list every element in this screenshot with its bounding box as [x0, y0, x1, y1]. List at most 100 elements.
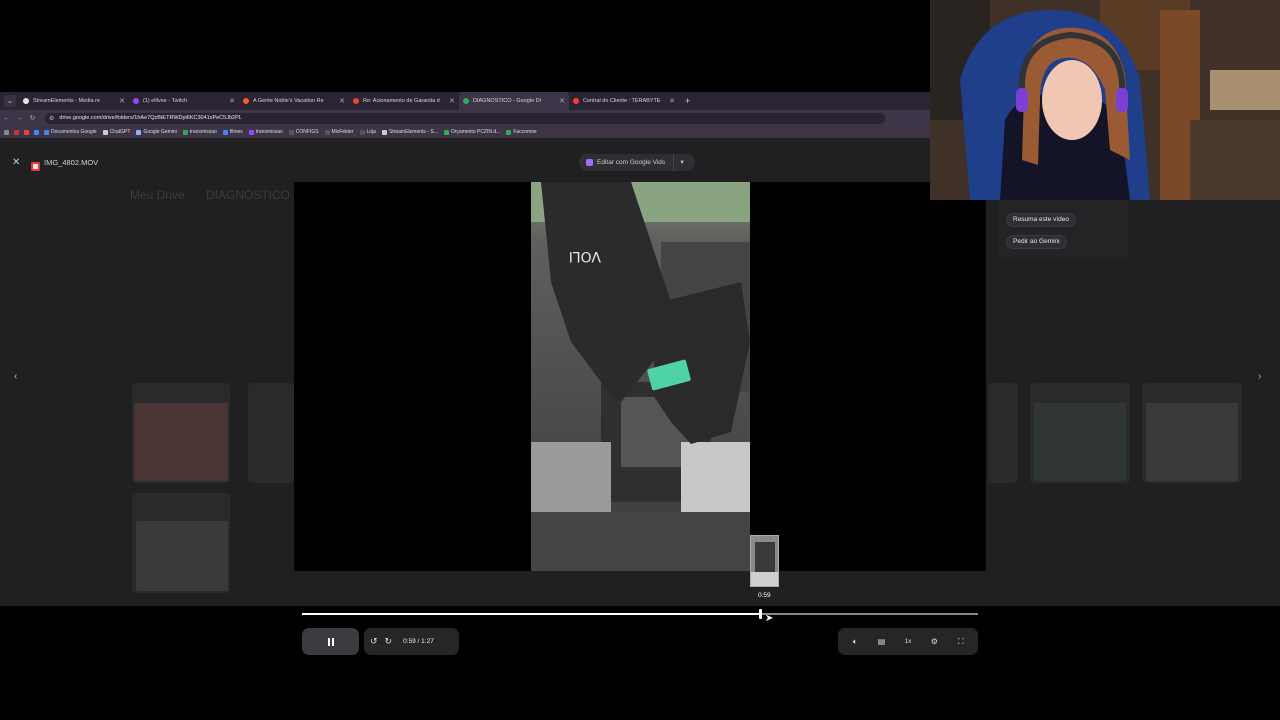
tab-title: DIAGNÓSTICO - Google Dr	[473, 98, 542, 104]
captions-icon[interactable]: ▤	[872, 637, 892, 646]
browser-tab[interactable]: Central do Cliente : TERABYTE ✕	[569, 92, 679, 110]
tab-favicon-icon	[573, 98, 579, 104]
rewind-10-icon[interactable]: ↺	[370, 636, 378, 647]
tab-favicon-icon	[243, 98, 249, 104]
bookmark-label: Documentos Google	[51, 129, 97, 135]
bookmark-item[interactable]: Documentos Google	[44, 129, 97, 135]
time-display: 0:59 / 1:27	[403, 638, 434, 645]
bookmark-item[interactable]: Orçamento PCZIN d...	[443, 129, 501, 135]
bookmark-label: Faccomoe	[513, 129, 537, 135]
seek-preview-time: 0:59	[758, 592, 771, 599]
bookmark-label: MixFekter	[331, 129, 354, 135]
bookmark-item[interactable]: transmissao	[248, 129, 283, 135]
bookmark-favicon-icon	[222, 129, 228, 135]
bookmark-label: transmissao	[255, 129, 283, 135]
progress-bar[interactable]	[302, 609, 978, 619]
bookmark-item[interactable]: ChatGPT	[102, 129, 130, 135]
gmail-icon[interactable]	[24, 129, 29, 135]
tab-title: (1) elllvee - Twitch	[143, 98, 188, 104]
bookmark-label: filmes	[229, 129, 243, 135]
tab-favicon-icon	[23, 98, 29, 104]
bookmarks-list: Documentos Google ChatGPT Google Gemini tra…	[44, 129, 543, 135]
close-tab-icon[interactable]: ✕	[119, 97, 125, 105]
tab-favicon-icon	[463, 98, 469, 104]
bookmark-item[interactable]: StreamElements - S...	[381, 129, 438, 135]
reload-icon[interactable]: ↻	[26, 114, 39, 122]
browser-tab[interactable]: DIAGNÓSTICO - Google Dr ✕	[459, 92, 569, 110]
edit-with-google-vids-button[interactable]: Editar com Google Vids ▼	[579, 154, 695, 171]
close-tab-icon[interactable]: ✕	[449, 97, 455, 105]
bookmark-icon[interactable]	[34, 129, 39, 135]
progress-handle[interactable]	[759, 609, 763, 619]
close-tab-icon[interactable]: ✕	[559, 97, 565, 105]
pause-button[interactable]	[302, 628, 359, 655]
tab-title: Re: Acionamento de Garantia d	[363, 98, 440, 104]
browser-tab[interactable]: StreamElements - Media re ✕	[19, 92, 129, 110]
mouse-cursor-icon: ➤	[765, 613, 774, 624]
bookmark-favicon-icon	[359, 129, 365, 135]
close-tab-icon[interactable]: ✕	[339, 97, 345, 105]
bookmark-favicon-icon	[443, 129, 449, 135]
browser-tab[interactable]: (1) elllvee - Twitch ✕	[129, 92, 239, 110]
bookmark-label: Orçamento PCZIN d...	[450, 129, 501, 135]
close-tab-icon[interactable]: ✕	[669, 97, 675, 105]
site-info-icon[interactable]: ⚙	[49, 115, 54, 122]
google-vids-icon	[586, 159, 593, 166]
playback-speed-button[interactable]: 1x	[898, 638, 918, 645]
video-frame[interactable]: VOLI	[531, 182, 750, 571]
tabs-container: StreamElements - Media re ✕ (1) elllvee - …	[19, 92, 679, 110]
pause-icon	[327, 633, 335, 651]
bookmark-item[interactable]: MixFekter	[324, 129, 354, 135]
video-file-icon	[31, 158, 40, 176]
bookmark-label: transmissao	[189, 129, 217, 135]
volume-icon[interactable]: 🔈︎	[845, 637, 865, 647]
previous-file-icon[interactable]: ‹	[14, 371, 17, 382]
player-right-controls: 🔈︎ ▤ 1x ⚙ ⛶	[838, 628, 978, 655]
seek-controls: ↺ ↻ 0:59 / 1:27	[364, 628, 459, 655]
bookmark-favicon-icon	[182, 129, 188, 135]
ask-gemini-chip[interactable]: Pedir ao Gemini	[1006, 235, 1067, 249]
file-thumbnail	[1034, 403, 1126, 481]
edit-vids-label: Editar com Google Vids	[597, 159, 666, 166]
address-bar[interactable]: ⚙ drive.google.com/drive/folders/1hAe7Qz…	[45, 112, 885, 124]
forward-10-icon[interactable]: ↻	[385, 636, 393, 647]
bookmark-item[interactable]: filmes	[222, 129, 243, 135]
chevron-down-icon[interactable]: ▼	[679, 160, 685, 166]
video-player[interactable]: VOLI 0:59 ➤ ↺ ↻ 0:59 / 1:27 🔈︎ ▤ 1x ⚙ ⛶	[294, 182, 986, 655]
settings-gear-icon[interactable]: ⚙	[924, 637, 944, 646]
video-content-image: VOLI	[531, 182, 750, 571]
tab-title: A Gente Noble's Vacation Re	[253, 98, 324, 104]
gemini-panel: Resuma este vídeo Pedir ao Gemini	[998, 200, 1128, 258]
bookmark-item[interactable]: Google Gemini	[136, 129, 177, 135]
close-tab-icon[interactable]: ✕	[229, 97, 235, 105]
browser-tab[interactable]: A Gente Noble's Vacation Re ✕	[239, 92, 349, 110]
file-name: IMG_4802.MOV	[44, 158, 99, 167]
bookmark-icon[interactable]	[14, 129, 19, 135]
bookmark-favicon-icon	[44, 129, 49, 135]
close-viewer-icon[interactable]: ✕	[12, 157, 20, 168]
apps-icon[interactable]	[4, 129, 9, 135]
bookmark-item[interactable]: CONFIGS	[288, 129, 319, 135]
fullscreen-icon[interactable]: ⛶	[951, 637, 971, 647]
tab-search-button[interactable]: ⌄	[4, 95, 16, 107]
browser-tab[interactable]: Re: Acionamento de Garantia d ✕	[349, 92, 459, 110]
bookmark-favicon-icon	[288, 129, 294, 135]
file-card	[248, 383, 294, 483]
bookmark-favicon-icon	[136, 129, 142, 135]
bookmark-item[interactable]: transmissao	[182, 129, 217, 135]
forward-icon[interactable]: →	[13, 115, 26, 122]
new-tab-button[interactable]: +	[685, 96, 690, 106]
summarize-video-chip[interactable]: Resuma este vídeo	[1006, 213, 1077, 227]
file-thumbnail	[136, 521, 228, 591]
bookmark-item[interactable]: Loja	[359, 129, 376, 135]
webcam-image	[930, 0, 1280, 200]
back-icon[interactable]: ←	[0, 115, 13, 122]
tab-favicon-icon	[133, 98, 139, 104]
bookmark-item[interactable]: Faccomoe	[506, 129, 537, 135]
browser-toolbar: ← → ↻ ⚙ drive.google.com/drive/folders/1…	[0, 110, 930, 126]
next-file-icon[interactable]: ›	[1258, 371, 1261, 382]
tab-title: StreamElements - Media re	[33, 98, 100, 104]
bookmark-label: Loja	[366, 129, 376, 135]
breadcrumb-folder: DIAGNÓSTICO	[206, 188, 291, 202]
breadcrumb-root: Meu Drive	[130, 188, 185, 202]
